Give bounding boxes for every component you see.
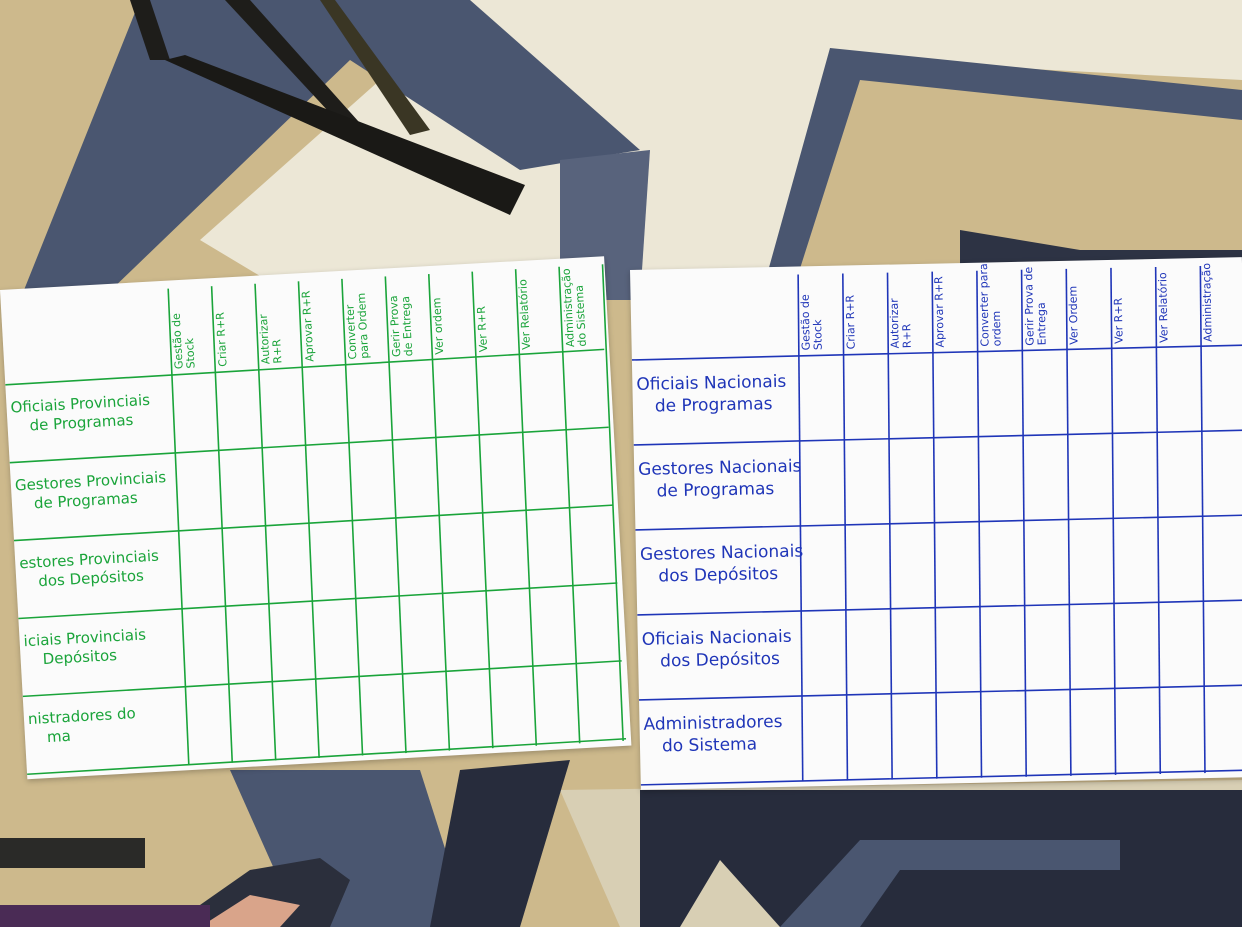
grid-row-line	[18, 582, 618, 620]
column-header-line: Stock	[811, 319, 825, 351]
row-label: estores Provinciais dos Depósitos	[19, 547, 161, 592]
column-header-line: Ver Ordem	[1066, 285, 1081, 345]
column-header-line: Entrega	[1034, 302, 1049, 346]
row-label: Oficiais Nacionais de Programas	[636, 372, 787, 418]
grid-column-line	[1020, 269, 1028, 777]
column-header-line: Criar R+R	[213, 311, 230, 368]
grid-column-line	[1199, 266, 1206, 774]
grid-column-line	[931, 271, 938, 779]
column-header: Converter para Ordem	[343, 293, 372, 360]
grid-column-line	[1110, 267, 1117, 775]
column-header-line: Ver R+R	[474, 305, 490, 353]
row-label: Gestores Nacionais dos Depósitos	[640, 542, 804, 588]
row-label: iciais Provinciais Depósitos	[23, 625, 147, 669]
column-header-line: ordem	[989, 310, 1004, 347]
row-label-line: dos Depósitos	[659, 648, 781, 671]
column-header: Autorizar R+R	[888, 298, 915, 349]
row-label: Oficiais Provinciais de Programas	[10, 391, 151, 436]
column-header-line: Ver R+R	[1111, 297, 1126, 344]
grid-column-line	[1065, 268, 1072, 776]
row-label-line: Oficiais Nacionais	[641, 626, 792, 651]
grid-column-line	[842, 273, 849, 781]
row-label-line: Gestores Nacionais	[639, 541, 804, 566]
grid-row-line	[22, 660, 622, 698]
column-header: Administração	[1200, 262, 1215, 343]
row-label-line: de Programas	[654, 393, 773, 417]
grid-row-line	[638, 684, 1242, 701]
row-label: nistradores do ma	[27, 704, 137, 747]
row-label: Administradores do Sistema	[643, 712, 783, 757]
row-label-line: Oficiais Nacionais	[636, 372, 787, 396]
column-header: Ver R+R	[474, 305, 490, 353]
grid-row-line	[9, 426, 609, 464]
clothing	[0, 905, 210, 927]
column-header: Aprovar R+R	[932, 276, 947, 348]
column-header: Criar R+R	[213, 311, 230, 368]
column-header: Ver Ordem	[1066, 285, 1081, 345]
row-label: Oficiais Nacionais dos Depósitos	[642, 627, 793, 673]
row-label-line: Administradores	[643, 712, 783, 736]
photo-scene: Gestão de Stock Criar R+R Autorizar R+R Aprov…	[0, 0, 1242, 927]
row-label-line: dos Depósitos	[658, 563, 779, 587]
grid-row-line	[635, 514, 1242, 531]
column-header: Gerir Prova de Entrega	[386, 294, 415, 357]
column-header: Ver R+R	[1111, 297, 1126, 344]
grid-column-line	[797, 274, 804, 782]
column-header-line: Aprovar R+R	[932, 276, 947, 348]
left-flipchart-sheet: Gestão de Stock Criar R+R Autorizar R+R Aprov…	[0, 256, 632, 780]
chair-leg	[0, 838, 145, 868]
grid-column-line	[886, 272, 893, 780]
column-header: Administração do Sistema	[559, 267, 589, 348]
row-label-line: Gestores Nacionais	[637, 456, 802, 481]
column-header-line: Criar R+R	[843, 294, 858, 350]
column-header-line: Converter para	[976, 263, 992, 347]
left-sheet-grid	[5, 264, 627, 776]
column-header: Converter para ordem	[976, 263, 1004, 347]
grid-row-line	[637, 599, 1242, 616]
column-header-line: Ver Relatório	[1155, 272, 1171, 343]
column-header: Gestão de Stock	[170, 312, 198, 370]
column-header: Autorizar R+R	[257, 313, 285, 365]
column-header-line: Administração	[1200, 262, 1215, 343]
column-header: Criar R+R	[843, 294, 858, 350]
column-header: Gestão de Stock	[799, 294, 825, 351]
grid-column-line	[1154, 266, 1162, 775]
grid-row-line	[13, 504, 614, 542]
column-header: Gerir Prova de Entrega	[1022, 266, 1049, 346]
right-flipchart-sheet: Gestão de Stock Criar R+R Autorizar R+R Aprov…	[630, 257, 1242, 790]
row-label-line: do Sistema	[661, 733, 758, 756]
column-header-line: R+R	[900, 323, 915, 349]
row-label-line: de Programas	[656, 478, 775, 502]
column-header: Ver Relatório	[1155, 272, 1171, 343]
row-label: Gestores Nacionais de Programas	[638, 457, 802, 503]
grid-column-line	[976, 270, 983, 778]
grid-row-line	[633, 429, 1242, 446]
